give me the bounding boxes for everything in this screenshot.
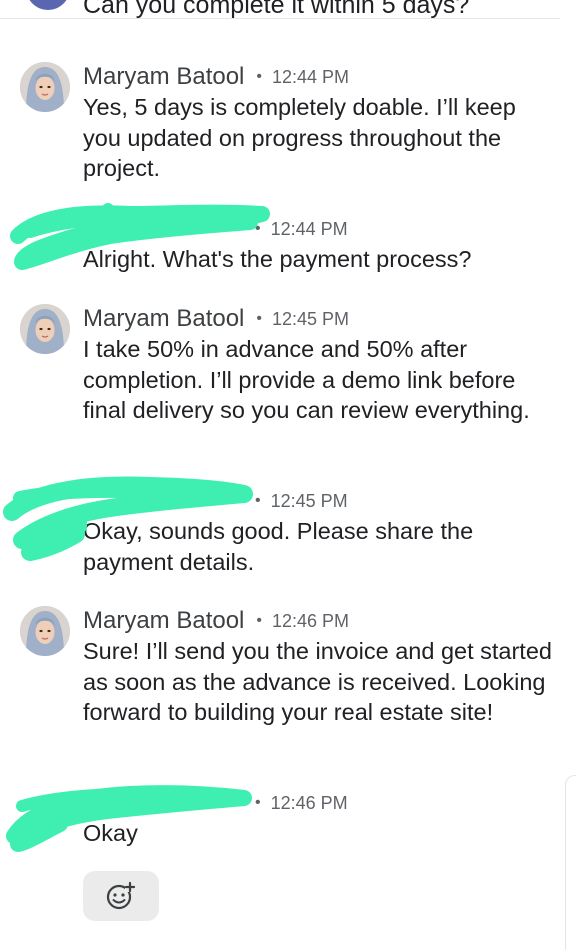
message-text: Yes, 5 days is completely doable. I’ll k… [83, 94, 516, 181]
avatar[interactable] [26, 0, 70, 10]
avatar[interactable] [20, 62, 70, 112]
side-panel-edge [565, 775, 576, 950]
avatar[interactable] [20, 606, 70, 656]
add-reaction-button[interactable] [83, 871, 159, 921]
separator-dot: • [256, 310, 262, 327]
separator-dot: • [255, 794, 261, 811]
message-header: Maryam Batool • 12:44 PM [83, 62, 349, 92]
chat-screen: Can you complete it within 5 days? Marya… [0, 0, 576, 950]
message-text: Can you complete it within 5 days? [83, 0, 470, 19]
timestamp: 12:46 PM [270, 792, 348, 813]
separator-dot: • [255, 220, 261, 237]
message-header: • 12:45 PM [255, 486, 348, 516]
message-text: Sure! I’ll send you the invoice and get … [83, 638, 552, 725]
message-text: Okay [83, 820, 138, 846]
message-text: Okay, sounds good. Please share the paym… [83, 518, 474, 575]
avatar-image [20, 304, 70, 354]
message-header: Maryam Batool • 12:45 PM [83, 304, 349, 334]
message-text: I take 50% in advance and 50% after comp… [83, 336, 530, 423]
message-header: Maryam Batool • 12:46 PM [83, 606, 349, 636]
sender-name[interactable]: Maryam Batool [83, 305, 244, 333]
timestamp: 12:46 PM [272, 610, 350, 631]
add-reaction-icon [106, 881, 136, 910]
message-header: • 12:46 PM [255, 788, 348, 818]
separator-dot: • [255, 492, 261, 509]
sender-name[interactable]: Maryam Batool [83, 607, 244, 635]
avatar[interactable] [20, 304, 70, 354]
timestamp: 12:44 PM [272, 66, 350, 87]
timestamp: 12:45 PM [272, 308, 350, 329]
message-text: Alright. What's the payment process? [83, 246, 472, 272]
message-header: • 12:44 PM [255, 214, 348, 244]
timestamp: 12:45 PM [270, 490, 348, 511]
timestamp: 12:44 PM [270, 218, 348, 239]
separator-dot: • [256, 612, 262, 629]
avatar-image [20, 606, 70, 656]
sender-name[interactable]: Maryam Batool [83, 63, 244, 91]
divider [0, 18, 560, 19]
avatar-image [20, 62, 70, 112]
separator-dot: • [256, 68, 262, 85]
